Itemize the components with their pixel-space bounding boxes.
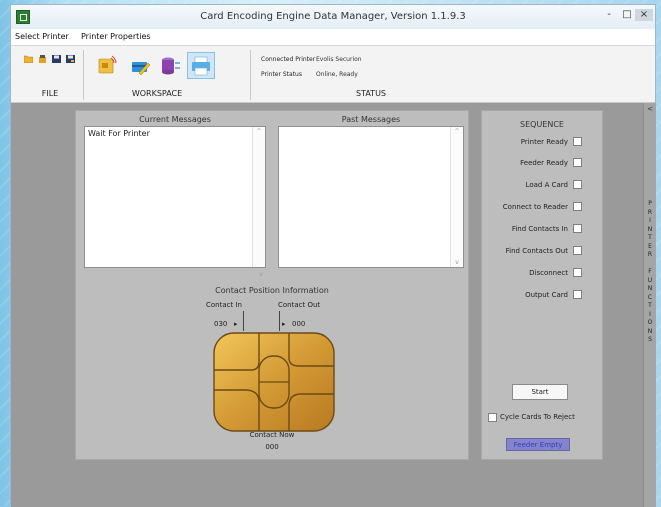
menu-printer-properties[interactable]: Printer Properties <box>81 32 151 41</box>
scroll-up-arrow-icon[interactable]: ^ <box>253 128 265 135</box>
menu-bar: Select Printer Printer Properties <box>11 29 655 46</box>
step-label: Disconnect <box>529 269 568 277</box>
past-messages-scrollbar[interactable]: ^ v <box>450 127 463 267</box>
contact-out-arrow-icon: ▸ <box>282 320 286 328</box>
side-tab-letter: F <box>648 268 652 275</box>
contact-in-arrow-icon: ▸ <box>234 320 238 328</box>
step-checkbox[interactable] <box>573 158 582 167</box>
past-messages-list[interactable]: ^ v <box>278 126 464 268</box>
save-as-icon[interactable] <box>66 55 75 63</box>
side-tab-letter: N <box>647 225 653 233</box>
collapse-arrow-icon[interactable]: < <box>644 105 656 113</box>
side-tab-letter: C <box>647 293 653 301</box>
ribbon-separator <box>250 50 251 100</box>
ribbon: FILE WORKSPACE Connected Printer Evolis … <box>11 46 655 103</box>
database-export-icon[interactable] <box>161 56 181 76</box>
save-icon[interactable] <box>52 55 61 63</box>
current-messages-title: Current Messages <box>139 115 211 124</box>
feeder-status-badge: Feeder Empty <box>506 438 570 451</box>
side-tab-letter: U <box>647 276 653 284</box>
printer-functions-label: PRINTER FUNCTIONS <box>644 200 656 345</box>
maximize-button[interactable]: □ <box>619 9 635 21</box>
side-tab-letter: I <box>649 310 651 318</box>
sequence-title: SEQUENCE <box>520 120 564 129</box>
step-checkbox[interactable] <box>573 246 582 255</box>
card-wireless-icon[interactable] <box>97 55 117 75</box>
side-tab-letter: N <box>647 327 653 335</box>
cycle-cards-checkbox[interactable] <box>488 413 497 422</box>
printer-status-label: Printer Status <box>261 71 302 78</box>
side-tab-letter: I <box>649 217 651 224</box>
contact-in-marker <box>243 311 244 331</box>
step-checkbox[interactable] <box>573 180 582 189</box>
card-edit-icon[interactable] <box>131 57 151 77</box>
card-chip-icon <box>213 332 335 432</box>
title-bar: Card Encoding Engine Data Manager, Versi… <box>11 5 655 29</box>
connected-printer-label: Connected Printer <box>261 56 316 63</box>
step-checkbox[interactable] <box>573 224 582 233</box>
step-label: Find Contacts Out <box>505 247 568 255</box>
step-checkbox[interactable] <box>573 268 582 277</box>
window-title: Card Encoding Engine Data Manager, Versi… <box>200 11 466 22</box>
printer-workspace-button[interactable] <box>187 52 215 79</box>
close-button[interactable]: × <box>635 9 653 21</box>
printer-functions-tab[interactable]: < PRINTER FUNCTIONS <box>643 103 656 507</box>
side-tab-letter: T <box>648 234 652 241</box>
side-tab-letter: N <box>647 285 653 292</box>
contact-in-value: 030 <box>214 320 228 328</box>
cycle-cards-label: Cycle Cards To Reject <box>500 413 575 421</box>
contact-in-label: Contact In <box>206 301 242 309</box>
contact-out-label: Contact Out <box>278 301 321 309</box>
step-label: Feeder Ready <box>520 159 568 167</box>
current-messages-list[interactable]: Wait For Printer ^ <box>84 126 266 268</box>
side-tab-letter: R <box>647 251 653 258</box>
step-label: Output Card <box>525 291 568 299</box>
past-messages-title: Past Messages <box>341 115 401 124</box>
side-tab-letter: O <box>647 319 653 326</box>
current-messages-scrollbar[interactable]: ^ <box>252 127 265 267</box>
workspace-group-label: WORKSPACE <box>131 89 183 98</box>
step-checkbox[interactable] <box>573 290 582 299</box>
open-folder-icon[interactable] <box>24 55 33 63</box>
step-checkbox[interactable] <box>573 202 582 211</box>
file-group-label: FILE <box>41 89 59 98</box>
side-tab-letter: T <box>648 302 652 309</box>
side-tab-letter: S <box>648 336 652 343</box>
step-label: Printer Ready <box>520 138 568 146</box>
side-tab-letter: R <box>647 208 653 216</box>
app-window: Card Encoding Engine Data Manager, Versi… <box>10 4 656 507</box>
printer-icon <box>192 56 210 76</box>
scroll-down-arrow-icon[interactable]: v <box>255 271 267 278</box>
contact-out-value: 000 <box>292 320 306 328</box>
status-group-label: STATUS <box>355 89 386 98</box>
connected-printer-value: Evolis Securion <box>316 56 362 63</box>
ribbon-separator <box>83 50 84 100</box>
sequence-panel: SEQUENCE Printer Ready Feeder Ready Load… <box>481 110 603 460</box>
step-label: Find Contacts In <box>511 225 568 233</box>
menu-select-printer[interactable]: Select Printer <box>15 32 69 41</box>
scroll-up-arrow-icon[interactable]: ^ <box>451 128 463 135</box>
start-button[interactable]: Start <box>512 384 568 400</box>
side-tab-letter: E <box>648 242 652 250</box>
printer-status-value: Online, Ready <box>316 71 358 78</box>
step-label: Load A Card <box>525 181 568 189</box>
contact-now-label: Contact Now <box>249 431 295 439</box>
step-checkbox[interactable] <box>573 137 582 146</box>
load-icon[interactable] <box>38 55 47 63</box>
contact-now-value: 000 <box>265 443 279 451</box>
list-item: Wait For Printer <box>88 129 150 138</box>
contact-position-title: Contact Position Information <box>215 286 329 295</box>
side-tab-letter: P <box>648 200 652 207</box>
minimize-button[interactable]: - <box>601 9 617 21</box>
scroll-down-arrow-icon[interactable]: v <box>451 259 463 266</box>
main-area: Current Messages Past Messages Wait For … <box>11 103 656 507</box>
contact-out-marker <box>279 311 280 331</box>
step-label: Connect to Reader <box>502 203 568 211</box>
messages-panel: Current Messages Past Messages Wait For … <box>75 110 469 460</box>
side-tab-letter <box>644 260 656 269</box>
